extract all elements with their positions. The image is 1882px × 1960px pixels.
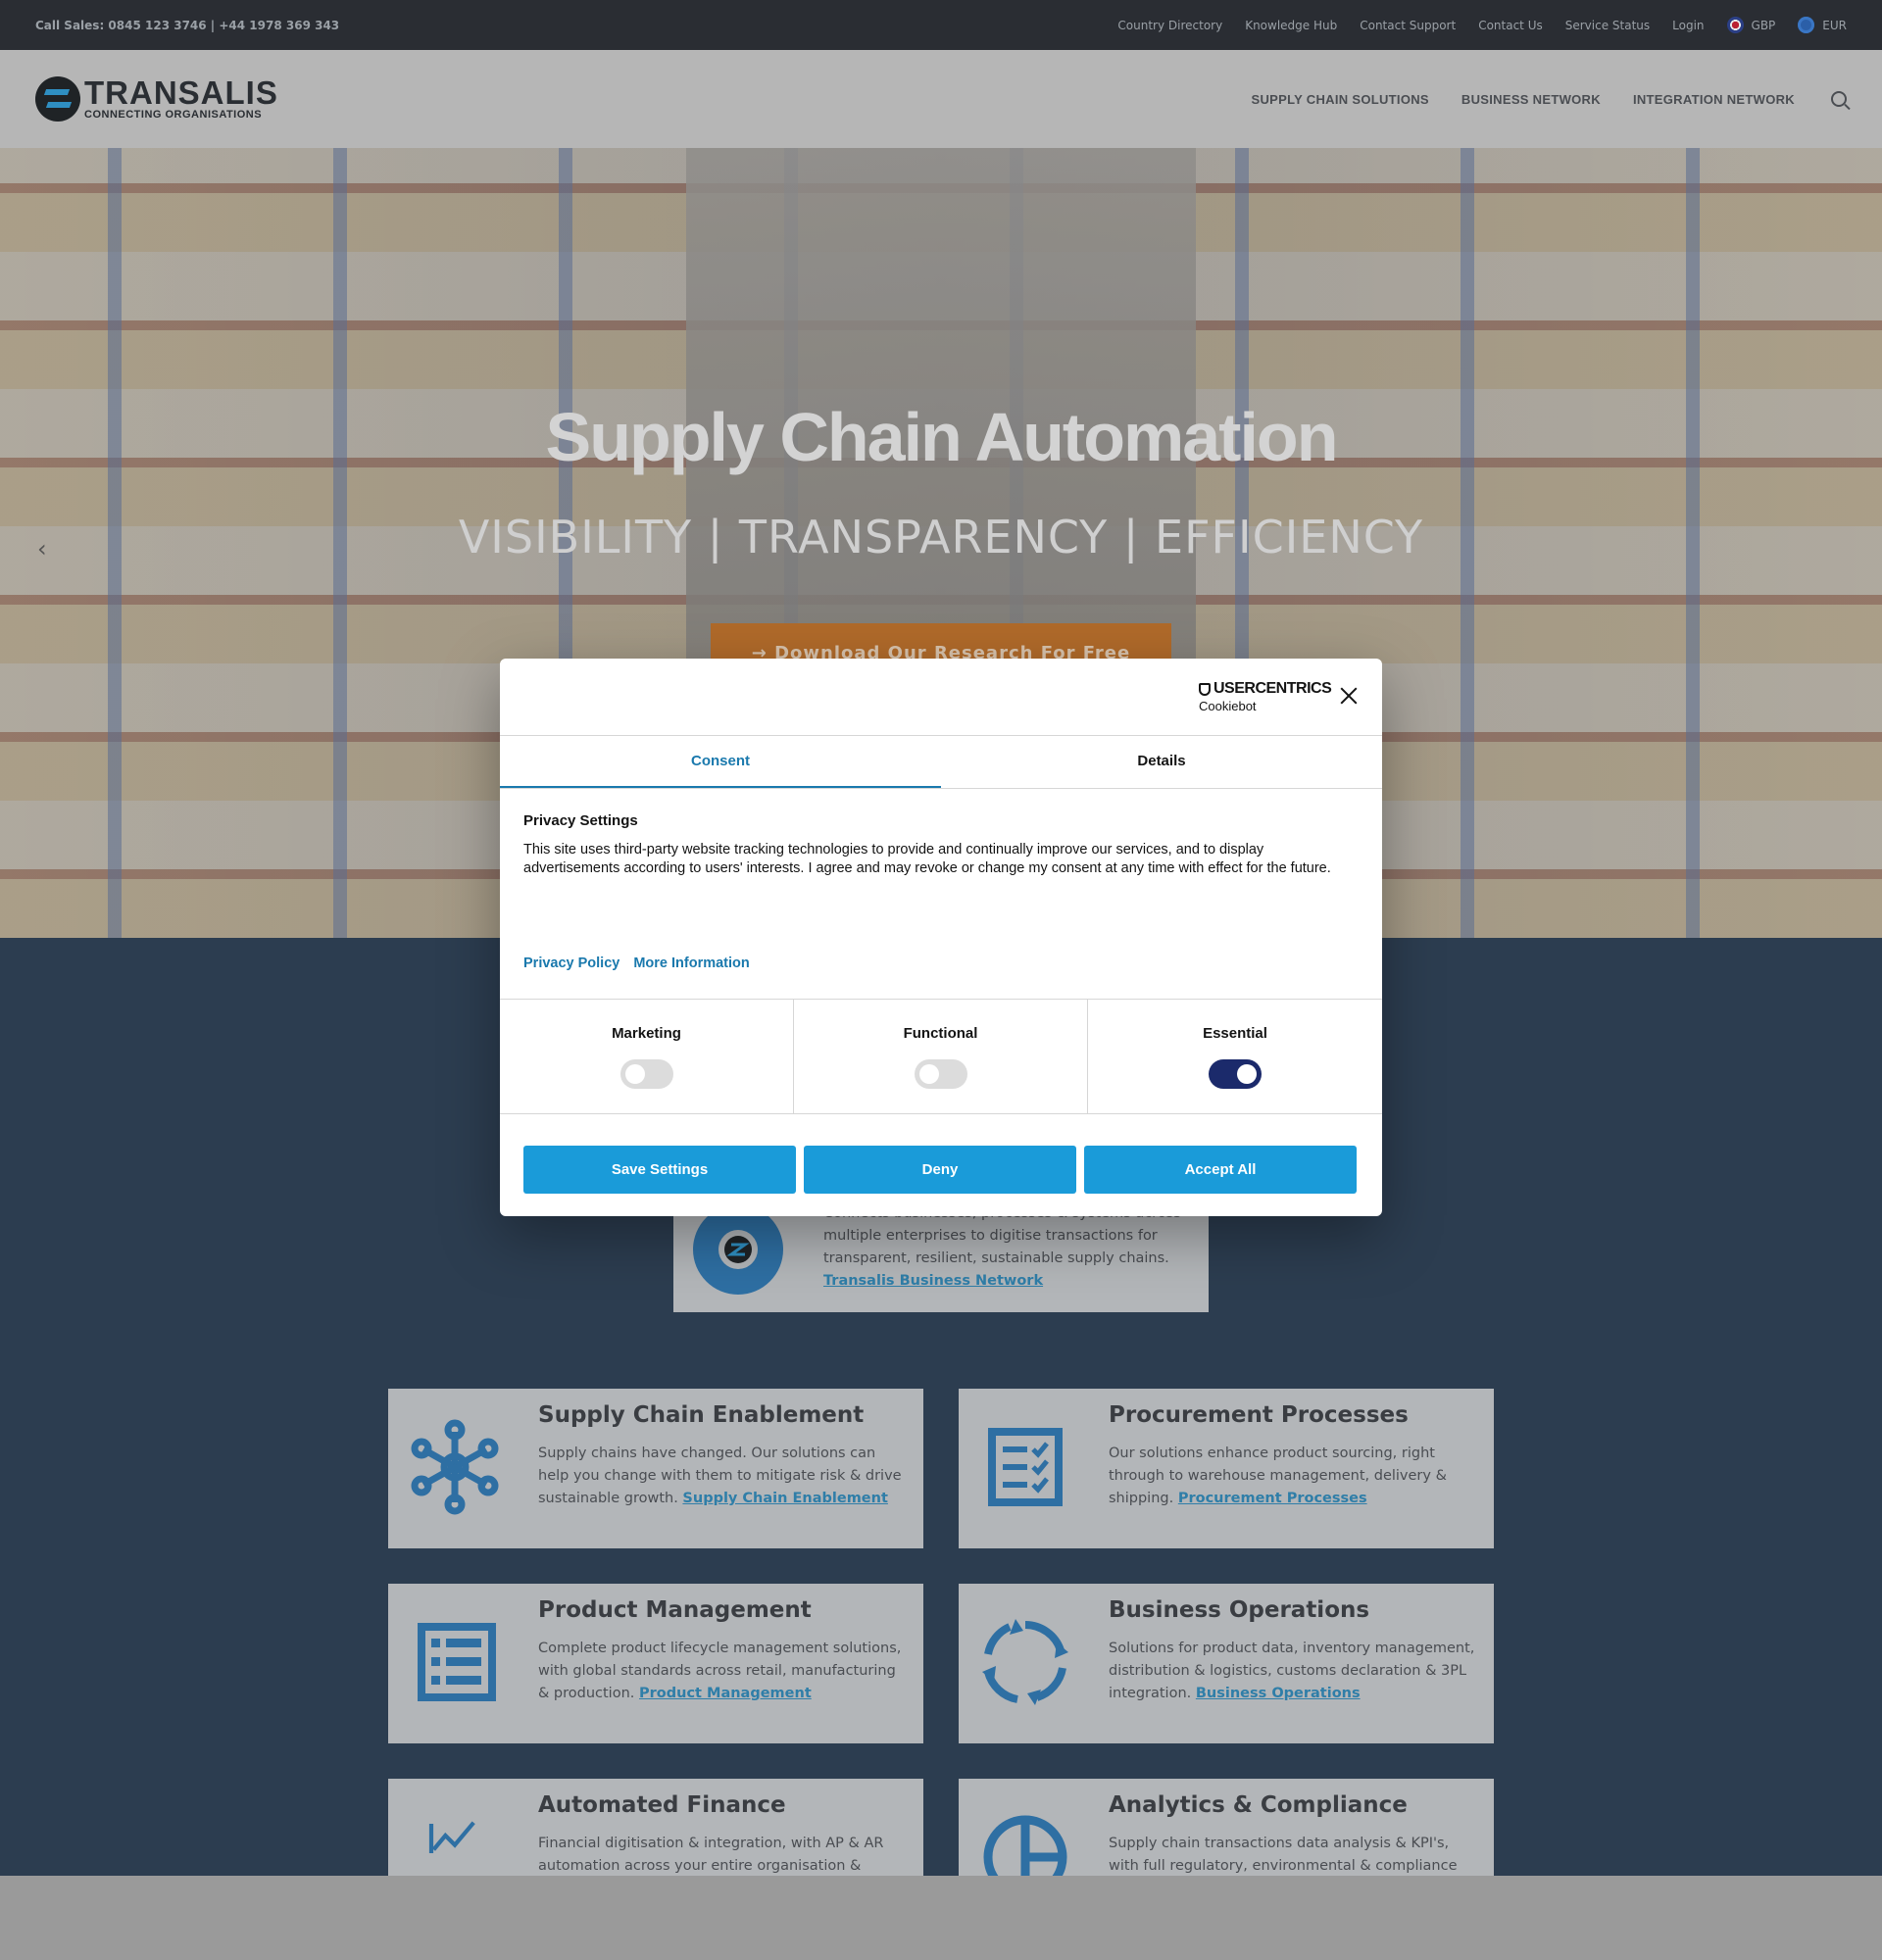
link-contact-support[interactable]: Contact Support (1360, 19, 1456, 32)
bottom-area (0, 1876, 1882, 1960)
card-link[interactable]: Business Operations (1196, 1686, 1361, 1701)
dialog-tabs: Consent Details (500, 736, 1382, 789)
privacy-policy-link[interactable]: Privacy Policy (523, 956, 619, 971)
cookie-consent-dialog: USERCENTRICS Cookiebot Consent Details P… (500, 659, 1382, 1216)
card-procurement-processes: Procurement Processes Our solutions enha… (959, 1389, 1494, 1548)
search-icon[interactable] (1831, 91, 1847, 107)
dialog-body: Privacy Settings This site uses third-pa… (500, 789, 1382, 1000)
card-link[interactable]: Supply Chain Enablement (682, 1491, 887, 1506)
nav-integration-network[interactable]: INTEGRATION NETWORK (1633, 92, 1795, 107)
currency-gbp-label: GBP (1751, 18, 1776, 32)
hero-subtitle: VISIBILITY | TRANSPARENCY | EFFICIENCY (458, 511, 1424, 564)
card-link[interactable]: Product Management (639, 1686, 812, 1701)
privacy-text: This site uses third-party website track… (523, 842, 1331, 876)
cycle-arrows-icon (982, 1619, 1068, 1705)
transalis-logo[interactable]: TRANSALIS CONNECTING ORGANISATIONS (35, 76, 278, 122)
card-business-operations: Business Operations Solutions for produc… (959, 1584, 1494, 1743)
close-icon[interactable] (1339, 686, 1359, 706)
nav-business-network[interactable]: BUSINESS NETWORK (1461, 92, 1601, 107)
currency-eur-label: EUR (1822, 18, 1847, 32)
toggle-group-essential: Essential (1088, 1000, 1382, 1113)
card-link[interactable]: Procurement Processes (1178, 1491, 1367, 1506)
link-login[interactable]: Login (1672, 19, 1704, 32)
card-title: Analytics & Compliance (1109, 1792, 1408, 1818)
card-analytics-compliance: Analytics & Compliance Supply chain tran… (959, 1779, 1494, 1899)
card-title: Product Management (538, 1597, 812, 1623)
nav-supply-chain-solutions[interactable]: SUPPLY CHAIN SOLUTIONS (1251, 92, 1428, 107)
logo-word: TRANSALIS (84, 74, 278, 111)
business-network-link[interactable]: Transalis Business Network (823, 1273, 1043, 1289)
link-contact-us[interactable]: Contact Us (1478, 19, 1543, 32)
dialog-buttons: Save Settings Deny Accept All (500, 1114, 1382, 1194)
eu-flag-icon (1798, 17, 1815, 33)
network-nodes-icon (411, 1419, 499, 1515)
card-text: Financial digitisation & integration, wi… (538, 1836, 884, 1874)
card-title: Business Operations (1109, 1597, 1370, 1623)
top-utility-bar: Call Sales: 0845 123 3746 | +44 1978 369… (0, 0, 1882, 50)
card-automated-finance: Automated Finance Financial digitisation… (388, 1779, 923, 1876)
card-supply-chain-enablement: Supply Chain Enablement Supply chains ha… (388, 1389, 923, 1548)
site-header: TRANSALIS CONNECTING ORGANISATIONS SUPPL… (0, 50, 1882, 148)
link-country-directory[interactable]: Country Directory (1117, 19, 1222, 32)
currency-eur[interactable]: EUR (1798, 17, 1847, 33)
hero-title: Supply Chain Automation (545, 399, 1339, 475)
usercentrics-logo: USERCENTRICS Cookiebot (1199, 680, 1332, 713)
functional-toggle[interactable] (914, 1059, 967, 1089)
more-information-link[interactable]: More Information (633, 956, 749, 971)
main-nav: SUPPLY CHAIN SOLUTIONS BUSINESS NETWORK … (1251, 91, 1847, 107)
line-chart-icon (428, 1821, 475, 1853)
essential-toggle[interactable] (1209, 1059, 1262, 1089)
currency-gbp[interactable]: GBP (1726, 17, 1776, 33)
logo-tagline: CONNECTING ORGANISATIONS (84, 109, 263, 121)
privacy-heading: Privacy Settings (523, 812, 638, 829)
save-settings-button[interactable]: Save Settings (523, 1146, 796, 1194)
dialog-header: USERCENTRICS Cookiebot (500, 659, 1382, 736)
consent-toggles: Marketing Functional Essential (500, 1000, 1382, 1114)
deny-button[interactable]: Deny (804, 1146, 1076, 1194)
shield-icon (1199, 682, 1211, 696)
tab-consent[interactable]: Consent (500, 736, 941, 788)
tab-details[interactable]: Details (941, 736, 1382, 788)
card-title: Supply Chain Enablement (538, 1402, 865, 1428)
toggle-label-essential: Essential (1203, 1025, 1267, 1042)
brand-top: USERCENTRICS (1213, 680, 1332, 697)
toggle-group-functional: Functional (794, 1000, 1088, 1113)
marketing-toggle[interactable] (619, 1059, 673, 1089)
toggle-label-marketing: Marketing (612, 1025, 681, 1042)
accept-all-button[interactable]: Accept All (1084, 1146, 1357, 1194)
logo-mark-icon (35, 76, 80, 122)
link-service-status[interactable]: Service Status (1565, 19, 1650, 32)
top-links: Country Directory Knowledge Hub Contact … (1117, 17, 1847, 33)
sales-phone-text: Call Sales: 0845 123 3746 | +44 1978 369… (35, 18, 340, 32)
toggle-group-marketing: Marketing (500, 1000, 794, 1113)
link-knowledge-hub[interactable]: Knowledge Hub (1245, 19, 1337, 32)
uk-flag-icon (1726, 17, 1744, 33)
card-title: Procurement Processes (1109, 1402, 1409, 1428)
card-product-management: Product Management Complete product life… (388, 1584, 923, 1743)
list-icon (418, 1623, 496, 1701)
card-text: Supply chain transactions data analysis … (1109, 1836, 1458, 1874)
checklist-icon (988, 1428, 1063, 1506)
card-title: Automated Finance (538, 1792, 786, 1818)
brand-bottom: Cookiebot (1199, 699, 1257, 713)
toggle-label-functional: Functional (903, 1025, 978, 1042)
